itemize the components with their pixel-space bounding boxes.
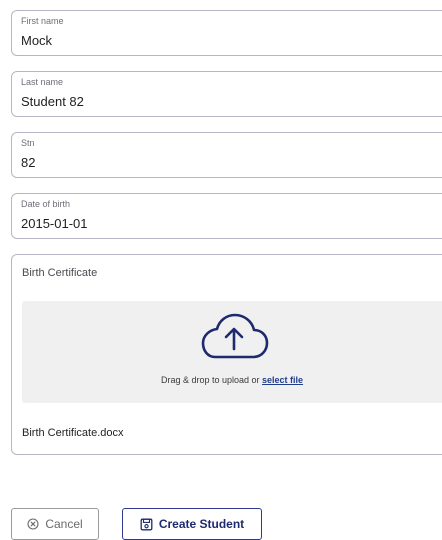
last-name-value[interactable]: Student 82 <box>21 94 84 109</box>
circle-x-icon <box>27 518 39 530</box>
stn-value[interactable]: 82 <box>21 155 35 170</box>
date-of-birth-value[interactable]: 2015-01-01 <box>21 216 88 231</box>
last-name-field[interactable]: Last name Student 82 <box>11 71 442 117</box>
dropzone[interactable]: Drag & drop to upload or select file <box>22 301 442 403</box>
uploaded-file-name: Birth Certificate.docx <box>22 427 124 439</box>
cancel-label: Cancel <box>45 517 83 531</box>
drop-text: Drag & drop to upload or <box>160 375 263 385</box>
create-student-label: Create Student <box>158 517 245 531</box>
first-name-label: First name <box>21 16 64 26</box>
cloud-upload-icon <box>199 313 269 361</box>
save-icon <box>140 518 153 531</box>
last-name-label: Last name <box>21 77 64 87</box>
cancel-button[interactable]: Cancel <box>11 508 99 540</box>
date-of-birth-field[interactable]: Date of birth 2015-01-01 <box>11 193 442 239</box>
first-name-value[interactable]: Mock <box>21 33 52 48</box>
select-file-link[interactable]: select file <box>262 375 303 385</box>
create-student-button[interactable]: Create Student <box>122 508 262 540</box>
date-of-birth-label: Date of birth <box>21 199 71 209</box>
upload-title: Birth Certificate <box>22 267 98 279</box>
birth-certificate-upload: Birth Certificate Drag & drop to upload … <box>11 254 442 455</box>
stn-label: Stn <box>21 138 35 148</box>
drop-instructions: Drag & drop to upload or select file <box>22 375 442 385</box>
first-name-field[interactable]: First name Mock <box>11 10 442 56</box>
stn-field[interactable]: Stn 82 <box>11 132 442 178</box>
